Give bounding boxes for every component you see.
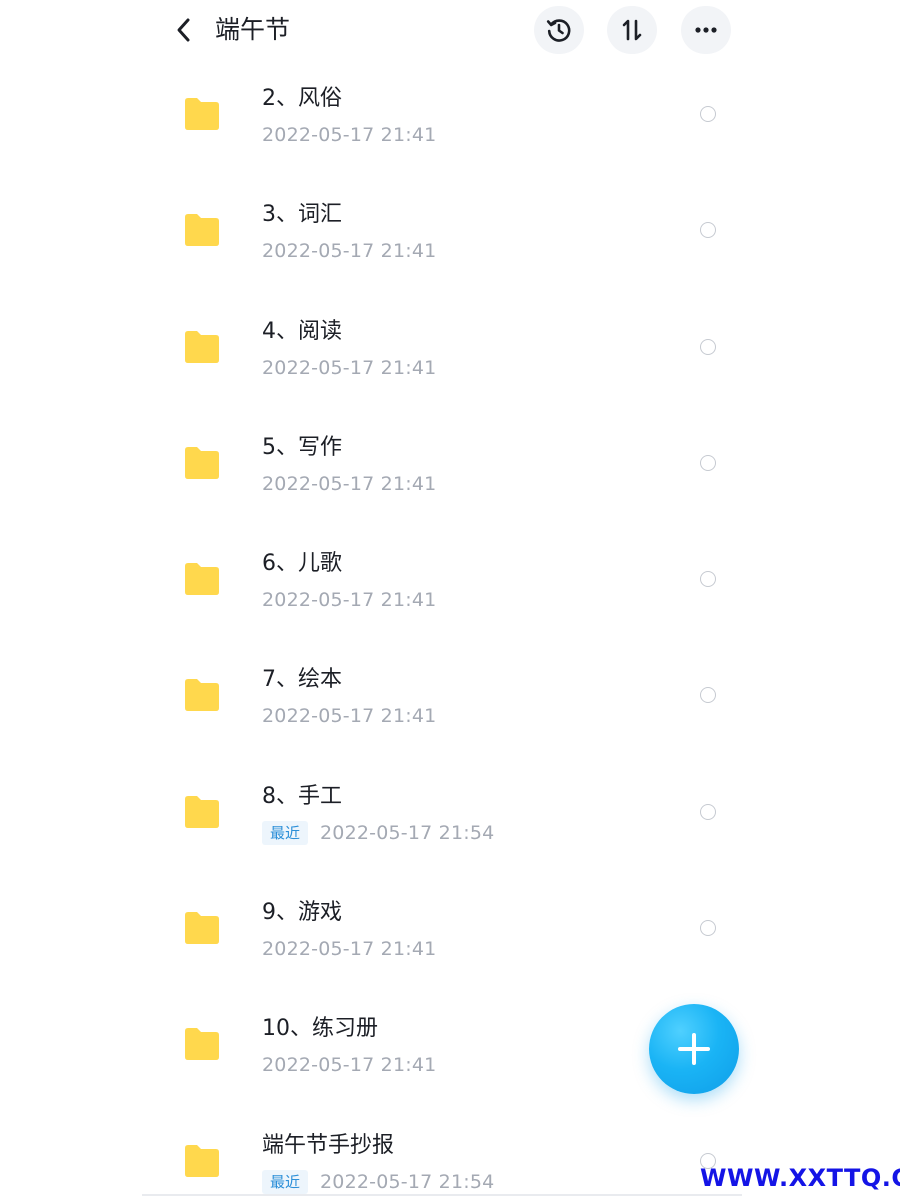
- folder-meta: 2022-05-17 21:41: [262, 703, 436, 729]
- modified-time: 2022-05-17 21:41: [262, 356, 437, 379]
- history-icon: [546, 19, 571, 42]
- page-title: 端午节: [215, 15, 291, 44]
- modified-time: 2022-05-17 21:41: [262, 240, 437, 263]
- modified-time: 2022-05-17 21:41: [262, 705, 437, 728]
- select-radio[interactable]: [700, 571, 716, 588]
- folder-meta: 2022-05-17 21:41: [262, 587, 436, 613]
- folder-name: 端午节手抄报: [262, 1132, 395, 1158]
- folder-row[interactable]: 8、手工 最近 2022-05-17 21:54: [0, 762, 900, 878]
- sort-icon: [622, 19, 642, 41]
- folder-meta: 2022-05-17 21:41: [262, 1052, 436, 1078]
- folder-icon: [185, 446, 219, 479]
- sort-button[interactable]: [607, 6, 657, 54]
- file-browser-screen: 端午节 2、风俗 2022-05-17 21:41 3、词汇 2022-05-1…: [0, 0, 900, 1200]
- select-radio[interactable]: [700, 222, 716, 239]
- plus-icon: [678, 1033, 710, 1065]
- folder-icon: [185, 214, 219, 247]
- folder-icon: [185, 330, 219, 363]
- folder-name: 6、儿歌: [262, 551, 342, 577]
- file-list: 2、风俗 2022-05-17 21:41 3、词汇 2022-05-17 21…: [0, 64, 900, 1200]
- modified-time: 2022-05-17 21:54: [320, 1170, 495, 1193]
- folder-meta: 2022-05-17 21:41: [262, 238, 436, 264]
- folder-icon: [185, 795, 219, 828]
- add-button[interactable]: [649, 1004, 739, 1094]
- folder-icon: [185, 912, 219, 945]
- select-radio[interactable]: [700, 454, 716, 471]
- folder-row[interactable]: 6、儿歌 2022-05-17 21:41: [0, 529, 900, 645]
- folder-icon: [185, 679, 219, 712]
- folder-meta: 2022-05-17 21:41: [262, 936, 436, 962]
- folder-row[interactable]: 9、游戏 2022-05-17 21:41: [0, 878, 900, 994]
- folder-row[interactable]: 10、练习册 2022-05-17 21:41: [0, 994, 900, 1110]
- recent-badge: 最近: [262, 820, 309, 845]
- modified-time: 2022-05-17 21:41: [262, 938, 437, 961]
- modified-time: 2022-05-17 21:54: [320, 821, 495, 844]
- folder-row[interactable]: 5、写作 2022-05-17 21:41: [0, 413, 900, 529]
- select-radio[interactable]: [700, 803, 716, 820]
- folder-name: 8、手工: [262, 783, 342, 809]
- watermark: WWW.XXTTQ.COM: [700, 1164, 900, 1192]
- select-radio[interactable]: [700, 920, 716, 937]
- folder-name: 4、阅读: [262, 318, 342, 344]
- folder-meta: 2022-05-17 21:41: [262, 122, 436, 148]
- folder-icon: [185, 98, 219, 130]
- select-radio[interactable]: [700, 106, 716, 122]
- history-button[interactable]: [534, 6, 584, 54]
- folder-name: 2、风俗: [262, 86, 342, 111]
- chevron-left-icon: [177, 18, 190, 42]
- modified-time: 2022-05-17 21:41: [262, 472, 437, 495]
- folder-row[interactable]: 3、词汇 2022-05-17 21:41: [0, 180, 900, 296]
- select-radio[interactable]: [700, 687, 716, 704]
- folder-meta: 最近 2022-05-17 21:54: [262, 820, 494, 846]
- folder-name: 10、练习册: [262, 1016, 378, 1042]
- folder-name: 5、写作: [262, 434, 342, 460]
- more-button[interactable]: [681, 6, 731, 54]
- folder-icon: [185, 1144, 219, 1177]
- folder-row[interactable]: 4、阅读 2022-05-17 21:41: [0, 297, 900, 413]
- folder-icon: [185, 1028, 219, 1061]
- folder-meta: 最近 2022-05-17 21:54: [262, 1169, 494, 1195]
- folder-row[interactable]: 7、绘本 2022-05-17 21:41: [0, 645, 900, 761]
- folder-row[interactable]: 2、风俗 2022-05-17 21:41: [0, 64, 900, 180]
- folder-meta: 2022-05-17 21:41: [262, 355, 436, 381]
- folder-icon: [185, 563, 219, 596]
- modified-time: 2022-05-17 21:41: [262, 589, 437, 612]
- modified-time: 2022-05-17 21:41: [262, 1054, 437, 1077]
- more-horizontal-icon: [695, 27, 717, 33]
- folder-meta: 2022-05-17 21:41: [262, 471, 436, 497]
- back-button[interactable]: [168, 12, 200, 48]
- select-radio[interactable]: [700, 338, 716, 355]
- folder-name: 9、游戏: [262, 900, 342, 926]
- bottom-divider: [142, 1194, 742, 1196]
- folder-name: 7、绘本: [262, 667, 342, 693]
- modified-time: 2022-05-17 21:41: [262, 124, 437, 146]
- folder-name: 3、词汇: [262, 202, 342, 228]
- top-bar: 端午节: [0, 0, 900, 64]
- recent-badge: 最近: [262, 1169, 309, 1194]
